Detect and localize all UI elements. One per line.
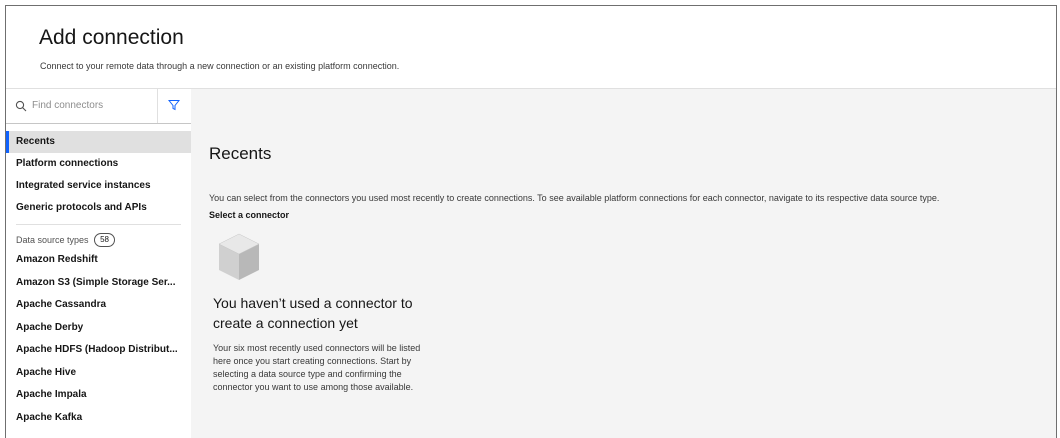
type-item-apache-hive[interactable]: Apache Hive — [6, 362, 191, 385]
nav-item-recents[interactable]: Recents — [6, 131, 191, 153]
page-header: Add connection Connect to your remote da… — [6, 6, 1056, 89]
section-description: You can select from the connectors you u… — [209, 193, 940, 203]
search-input[interactable]: Find connectors — [32, 100, 103, 111]
nav-item-generic-protocols[interactable]: Generic protocols and APIs — [6, 197, 191, 219]
search-icon — [15, 100, 27, 112]
type-item-apache-hdfs[interactable]: Apache HDFS (Hadoop Distribut... — [6, 339, 191, 362]
type-item-amazon-redshift[interactable]: Amazon Redshift — [6, 249, 191, 272]
data-source-types-label: Data source types — [16, 235, 89, 245]
nav-item-integrated-service-instances[interactable]: Integrated service instances — [6, 175, 191, 197]
app-window: Add connection Connect to your remote da… — [5, 5, 1057, 438]
page-subtitle: Connect to your remote data through a ne… — [40, 61, 400, 71]
count-badge: 58 — [94, 232, 115, 247]
type-item-apache-derby[interactable]: Apache Derby — [6, 317, 191, 340]
type-item-apache-kafka[interactable]: Apache Kafka — [6, 407, 191, 430]
page-title: Add connection — [39, 26, 184, 49]
nav-divider — [16, 224, 181, 225]
box-icon — [218, 233, 260, 280]
filter-button[interactable] — [157, 89, 190, 123]
connector-sidebar: Find connectors Recents Platform connect… — [6, 89, 191, 438]
type-item-apache-cassandra[interactable]: Apache Cassandra — [6, 294, 191, 317]
empty-state-title: You haven’t used a connector to create a… — [213, 295, 413, 331]
section-title: Recents — [209, 144, 272, 163]
data-source-types-header: Data source types 58 — [6, 231, 191, 249]
main-panel: Recents You can select from the connecto… — [191, 89, 1056, 438]
filter-icon — [168, 100, 180, 111]
empty-state-body: Your six most recently used connectors w… — [213, 343, 421, 392]
type-item-apache-impala[interactable]: Apache Impala — [6, 384, 191, 407]
type-item-amazon-s3[interactable]: Amazon S3 (Simple Storage Ser... — [6, 272, 191, 295]
select-connector-label: Select a connector — [209, 210, 290, 220]
connector-search[interactable]: Find connectors — [6, 89, 191, 124]
nav-item-platform-connections[interactable]: Platform connections — [6, 153, 191, 175]
connector-nav: Recents Platform connections Integrated … — [6, 131, 191, 429]
